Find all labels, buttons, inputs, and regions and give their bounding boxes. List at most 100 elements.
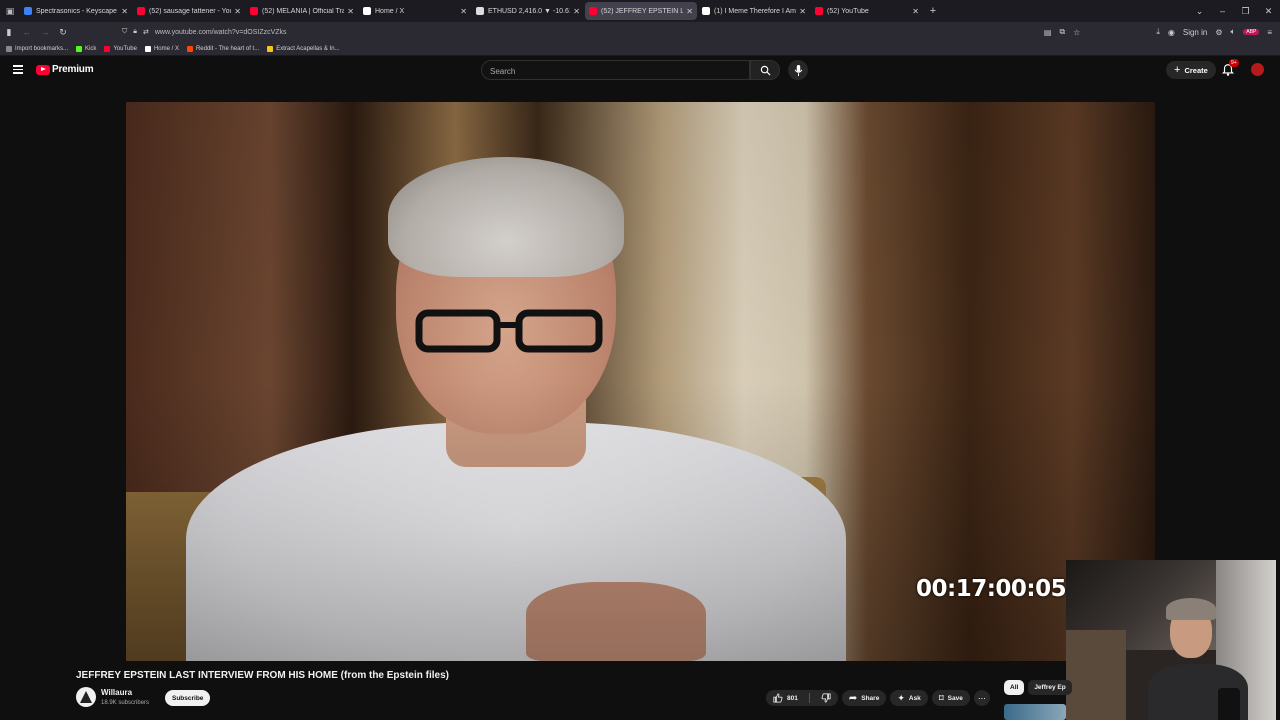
browser-tab[interactable]: Home / X ✕ bbox=[359, 2, 471, 20]
browser-tab[interactable]: (52) YouTube ✕ bbox=[811, 2, 923, 20]
video-actions: 801 ➦ Share ✦ Ask ⌑ Save ⋯ bbox=[766, 690, 990, 706]
reader-view-icon[interactable]: ▤ bbox=[1044, 28, 1052, 37]
related-video-thumbnail[interactable] bbox=[1004, 704, 1066, 720]
tab-close-icon[interactable]: ✕ bbox=[460, 7, 467, 16]
lock-icon[interactable]: 🔒︎ bbox=[133, 28, 137, 36]
save-button[interactable]: ⌑ Save bbox=[931, 690, 970, 706]
more-actions-icon[interactable]: ⋯ bbox=[973, 690, 990, 706]
like-button[interactable]: 801 bbox=[766, 690, 805, 706]
bookmark-item[interactable]: Extract Acapellas & In... bbox=[267, 45, 340, 52]
url-bar[interactable]: ⛉ 🔒︎ ⇄ www.youtube.com/watch?v=dOSIZzcVZ… bbox=[122, 28, 1044, 36]
bookmark-label: Kick bbox=[85, 45, 97, 52]
account-avatar[interactable] bbox=[1251, 63, 1264, 76]
plus-icon: + bbox=[1174, 64, 1181, 76]
tab-title: (1) I Meme Therefore I Am 🇺🇸 o bbox=[714, 8, 796, 15]
tab-close-icon[interactable]: ✕ bbox=[347, 7, 354, 16]
voice-search-button[interactable] bbox=[788, 60, 808, 80]
bookmark-favicon-icon bbox=[104, 45, 111, 52]
back-icon[interactable]: ← bbox=[18, 27, 36, 37]
notification-count-badge: 9+ bbox=[1229, 59, 1239, 67]
tab-title: Spectrasonics - Keyscape - Buy bbox=[36, 7, 118, 15]
forward-icon[interactable]: → bbox=[36, 27, 54, 37]
youtube-play-icon bbox=[36, 64, 50, 75]
tab-overflow-icon[interactable]: ⌄ bbox=[1188, 6, 1211, 17]
permissions-icon[interactable]: ⇄ bbox=[143, 28, 149, 36]
browser-tab[interactable]: ETHUSD 2,416.0 ▼ -10.61% Un✕ bbox=[472, 2, 584, 20]
ask-label: Ask bbox=[908, 694, 921, 702]
channel-avatar[interactable] bbox=[76, 687, 96, 707]
app-menu-icon[interactable]: ≡ bbox=[1267, 28, 1272, 37]
webcam-shelf bbox=[1066, 630, 1126, 720]
search-button[interactable] bbox=[750, 60, 780, 80]
reload-icon[interactable]: ↻ bbox=[54, 27, 72, 38]
tab-favicon-icon bbox=[815, 7, 823, 15]
video-player[interactable]: 00:17:00:05 bbox=[126, 102, 1155, 661]
minimize-icon[interactable]: – bbox=[1211, 6, 1234, 16]
tab-title: (52) YouTube bbox=[827, 7, 869, 15]
webcam-streamer bbox=[1148, 598, 1248, 720]
tab-close-icon[interactable]: ✕ bbox=[686, 7, 693, 16]
bookmark-star-icon[interactable]: ☆ bbox=[1073, 28, 1080, 37]
pip-icon[interactable]: ⧉ bbox=[1059, 27, 1065, 37]
bookmark-favicon-icon bbox=[76, 45, 83, 52]
chip-all[interactable]: All bbox=[1004, 680, 1025, 695]
dislike-button[interactable] bbox=[814, 690, 838, 706]
tab-close-icon[interactable]: ✕ bbox=[573, 7, 580, 16]
youtube-premium-logo[interactable]: Premium bbox=[36, 64, 94, 75]
like-count: 801 bbox=[787, 694, 798, 702]
browser-nav-bar: ▮ ← → ↻ ⛉ 🔒︎ ⇄ www.youtube.com/watch?v=d… bbox=[0, 22, 1280, 42]
url-text[interactable]: www.youtube.com/watch?v=dOSIZzcVZks bbox=[155, 29, 287, 36]
share-button[interactable]: ➦ Share bbox=[841, 690, 887, 706]
account-icon[interactable]: ◉ bbox=[1168, 28, 1175, 37]
tab-close-icon[interactable]: ✕ bbox=[121, 7, 128, 16]
channel-logo-icon bbox=[80, 691, 92, 703]
bookmark-item[interactable]: Kick bbox=[76, 45, 97, 52]
bookmark-favicon-icon bbox=[267, 45, 274, 52]
tab-close-icon[interactable]: ✕ bbox=[234, 7, 241, 16]
browser-tab[interactable]: (52) MELANIA | Official Trailer -✕ bbox=[246, 2, 358, 20]
save-label: Save bbox=[947, 694, 963, 702]
bookmark-label: Home / X bbox=[153, 45, 179, 52]
search-input[interactable] bbox=[482, 62, 749, 81]
browser-tab[interactable]: (1) I Meme Therefore I Am 🇺🇸 o✕ bbox=[698, 2, 810, 20]
tab-favicon-icon bbox=[24, 7, 32, 15]
restore-icon[interactable]: ❐ bbox=[1234, 6, 1257, 17]
browser-tab[interactable]: (52) JEFFREY EPSTEIN LAST✕ bbox=[585, 2, 697, 20]
hamburger-menu-icon[interactable] bbox=[13, 65, 23, 74]
close-window-icon[interactable]: ✕ bbox=[1257, 6, 1280, 17]
browser-tab[interactable]: Spectrasonics - Keyscape - Buy✕ bbox=[20, 2, 132, 20]
sign-in-link[interactable]: Sign in bbox=[1183, 28, 1207, 37]
create-button[interactable]: + Create bbox=[1166, 61, 1216, 79]
sidebar-toggle-icon[interactable]: ▮ bbox=[0, 27, 18, 38]
subscribe-button[interactable]: Subscribe bbox=[165, 690, 211, 706]
create-label: Create bbox=[1184, 65, 1208, 75]
page-scrollbar[interactable] bbox=[1276, 84, 1280, 720]
bookmark-item[interactable]: Home / X bbox=[144, 45, 179, 52]
chip-related-topic[interactable]: Jeffrey Ep bbox=[1028, 680, 1072, 695]
tab-favicon-icon bbox=[702, 7, 710, 15]
search-icon bbox=[760, 65, 770, 75]
bookmarks-toolbar: Import bookmarks... Kick YouTube Home / X Re… bbox=[0, 42, 1280, 56]
tab-list-icon[interactable]: ▣ bbox=[0, 0, 20, 22]
audio-icon[interactable]: 🔈︎ bbox=[1231, 27, 1236, 37]
bookmark-favicon-icon bbox=[144, 45, 151, 52]
microphone-icon bbox=[794, 64, 802, 76]
browser-tab[interactable]: (52) sausage fattener - YouTube✕ bbox=[133, 2, 245, 20]
tab-close-icon[interactable]: ✕ bbox=[799, 7, 806, 16]
profile-badge-icon[interactable]: ABP bbox=[1243, 29, 1260, 35]
channel-name[interactable]: Willaura bbox=[101, 688, 132, 697]
bookmark-item[interactable]: Import bookmarks... bbox=[6, 45, 69, 52]
extensions-icon[interactable]: ⚙ bbox=[1215, 28, 1222, 37]
bookmark-item[interactable]: Reddit - The heart of t... bbox=[186, 45, 259, 52]
new-tab-button[interactable]: + bbox=[924, 5, 942, 17]
bookmark-label: Import bookmarks... bbox=[15, 45, 69, 52]
tab-favicon-icon bbox=[476, 7, 484, 15]
ask-button[interactable]: ✦ Ask bbox=[890, 690, 928, 706]
shield-icon[interactable]: ⛉ bbox=[122, 28, 127, 36]
video-timecode-overlay: 00:17:00:05 bbox=[916, 576, 1067, 602]
bookmark-item[interactable]: YouTube bbox=[104, 45, 137, 52]
related-filter-chips: All Jeffrey Ep bbox=[1004, 680, 1072, 695]
downloads-icon[interactable]: ⤓ bbox=[1156, 27, 1160, 37]
tab-close-icon[interactable]: ✕ bbox=[912, 7, 919, 16]
webcam-microphone bbox=[1218, 688, 1240, 720]
